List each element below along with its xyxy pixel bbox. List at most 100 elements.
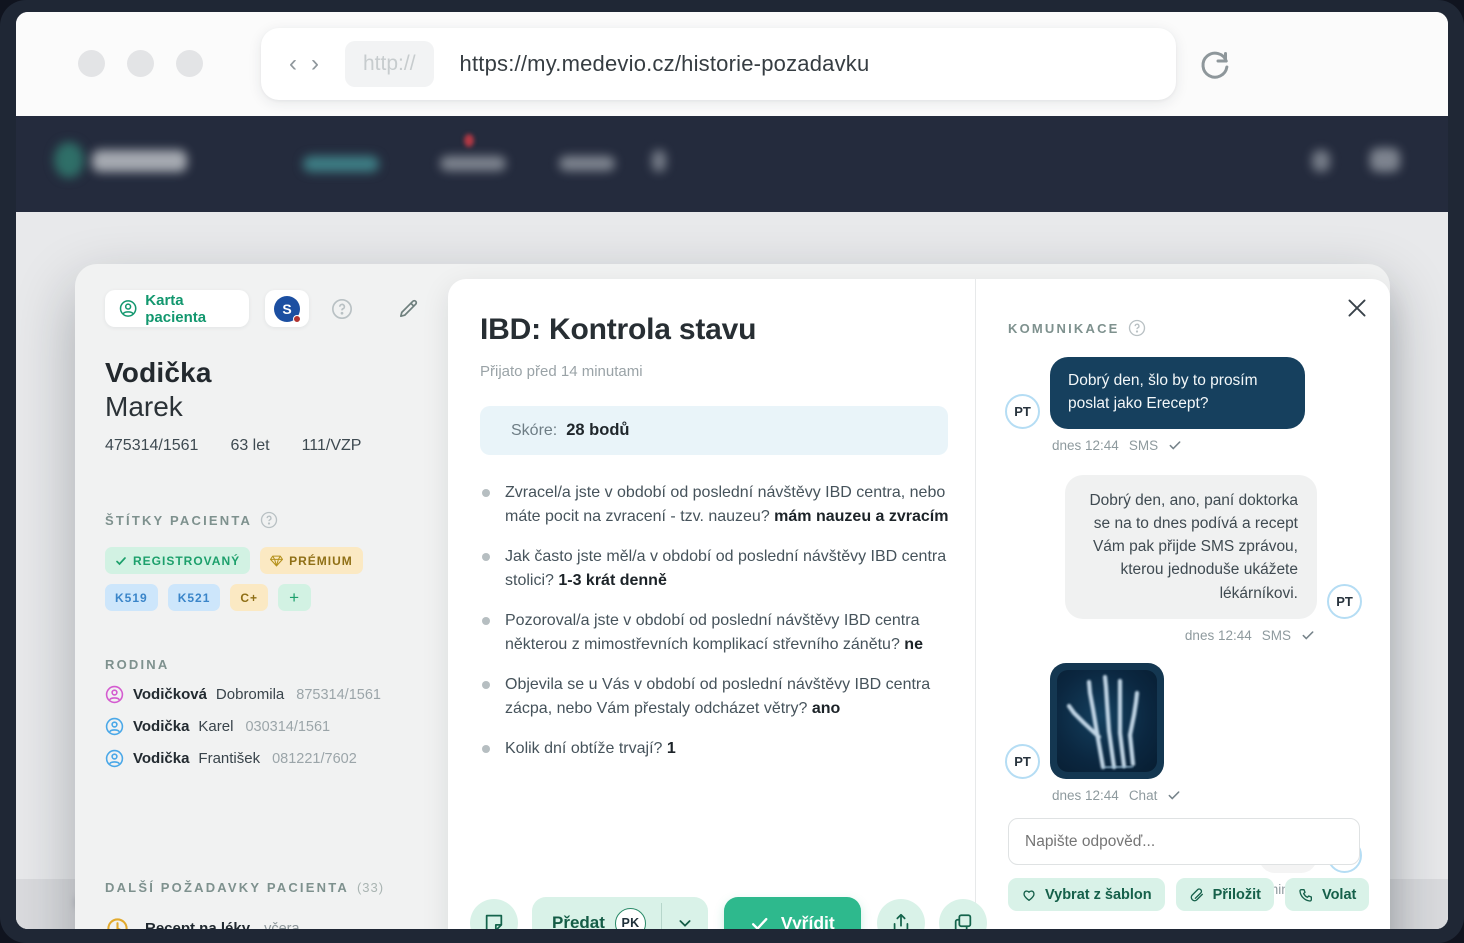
patient-first-name: Marek (105, 391, 420, 423)
resolve-button[interactable]: Vyřídit (724, 897, 861, 929)
score-label: Skóre: (511, 422, 557, 440)
heart-icon (1021, 887, 1037, 903)
app-logo-text (92, 150, 187, 172)
window-controls[interactable] (78, 50, 203, 77)
bullet (482, 681, 490, 689)
help-icon[interactable] (331, 298, 353, 320)
attach-label: Přiložit (1213, 887, 1261, 903)
attach-button[interactable]: Přiložit (1176, 878, 1274, 911)
nav-icon-blurred (652, 150, 666, 172)
questionnaire-answers: Zvracel/a jste v období od poslední návš… (482, 481, 949, 761)
close-icon[interactable] (1344, 295, 1370, 321)
communication-panel: KOMUNIKACE PT Dobrý den, šlo by to prosí… (975, 279, 1390, 929)
forward-button[interactable]: Předat PK (532, 897, 661, 929)
avatar: PT (1327, 584, 1362, 619)
message-channel: SMS (1262, 628, 1291, 643)
diamond-icon (270, 555, 283, 567)
delivered-check-icon (1301, 628, 1315, 642)
message-meta: dnes 12:44 SMS (1052, 438, 1362, 453)
window-frame: ‹ › http:// https://my.medevio.cz/histor… (0, 0, 1464, 943)
protocol-badge: http:// (345, 41, 434, 87)
call-label: Volat (1322, 887, 1356, 903)
question-row: Objevila se u Vás v období od poslední n… (482, 673, 949, 722)
question-row: Zvracel/a jste v období od poslední návš… (482, 481, 949, 530)
check-icon (750, 914, 769, 930)
top-navigation-bar (16, 116, 1448, 212)
check-icon (115, 555, 127, 567)
app-background: Karta pacienta S (16, 116, 1448, 929)
communication-header: KOMUNIKACE (1008, 321, 1120, 336)
chat-message-incoming: PT (1005, 663, 1362, 779)
app-logo (54, 142, 84, 178)
request-detail: IBD: Kontrola stavu Přijato před 14 minu… (448, 279, 975, 929)
person-circle-icon (105, 717, 124, 736)
forward-icon[interactable]: › (311, 52, 319, 76)
person-circle-icon (105, 749, 124, 768)
window-control-dot[interactable] (127, 50, 154, 77)
tag-c-plus: C+ (230, 584, 268, 611)
bullet (482, 617, 490, 625)
back-icon[interactable]: ‹ (289, 52, 297, 76)
nav-item-blurred (559, 156, 615, 171)
family-member-row[interactable]: Vodičková Dobromila 875314/1561 (105, 685, 420, 704)
request-title: IBD: Kontrola stavu (480, 313, 947, 347)
person-circle-icon (105, 685, 124, 704)
request-actions: Předat PK Vyřídit (470, 897, 987, 929)
message-bubble: Dobrý den, ano, paní doktorka se na to d… (1065, 475, 1317, 619)
choose-template-button[interactable]: Vybrat z šablon (1008, 878, 1165, 911)
patient-insurance: 111/VZP (302, 437, 362, 455)
message-meta: dnes 12:44 SMS (1005, 628, 1315, 643)
family-member-row[interactable]: Vodička Karel 030314/1561 (105, 717, 420, 736)
patient-panel: Karta pacienta S (75, 264, 448, 929)
edit-patient-icon[interactable] (397, 297, 420, 320)
window-control-dot[interactable] (78, 50, 105, 77)
message-time: dnes 12:44 (1185, 628, 1252, 643)
request-received-time: Přijato před 14 minutami (480, 363, 975, 380)
resolve-label: Vyřídit (781, 913, 835, 930)
refresh-icon[interactable] (1197, 46, 1233, 82)
tag-k519: K519 (105, 584, 158, 611)
clock-icon (105, 917, 129, 929)
insurance-status-badge[interactable]: S (265, 290, 309, 327)
other-requests-header: DALŠÍ POŽADAVKY PACIENTA (105, 880, 349, 895)
nav-icon-blurred (1312, 150, 1330, 172)
patient-age: 63 let (230, 437, 269, 455)
request-row[interactable]: Recept na léky včera (105, 917, 428, 929)
reply-input[interactable] (1008, 818, 1360, 865)
share-button[interactable] (877, 899, 925, 929)
copy-icon (952, 912, 974, 929)
family-member-row[interactable]: Vodička František 081221/7602 (105, 749, 420, 768)
phone-icon (1298, 887, 1314, 903)
forward-dropdown-button[interactable] (662, 897, 708, 929)
browser-chrome: ‹ › http:// https://my.medevio.cz/histor… (16, 12, 1448, 116)
message-bubble: Dobrý den, šlo by to prosím poslat jako … (1050, 357, 1305, 429)
help-icon[interactable] (260, 511, 278, 529)
xray-hand-image (1057, 670, 1157, 772)
message-channel: SMS (1129, 438, 1158, 453)
url-bar[interactable]: ‹ › http:// https://my.medevio.cz/histor… (261, 28, 1176, 100)
forward-label: Předat (552, 913, 605, 929)
request-detail-modal: Karta pacienta S (75, 264, 1390, 929)
delivered-check-icon (1167, 788, 1181, 802)
xray-image-attachment[interactable] (1050, 663, 1164, 779)
url-text[interactable]: https://my.medevio.cz/historie-pozadavku (460, 51, 870, 77)
help-icon[interactable] (1128, 319, 1146, 337)
assignee-badge: PK (615, 908, 646, 930)
message-time: dnes 12:44 (1052, 438, 1119, 453)
nav-icon-blurred (1370, 148, 1400, 172)
patient-card-label: Karta pacienta (145, 292, 235, 326)
window-control-dot[interactable] (176, 50, 203, 77)
family-header: RODINA (105, 657, 169, 672)
patient-card-button[interactable]: Karta pacienta (105, 290, 249, 327)
browser-window: ‹ › http:// https://my.medevio.cz/histor… (16, 12, 1448, 929)
note-button[interactable] (470, 899, 518, 929)
chevron-down-icon (677, 915, 693, 929)
patient-last-name: Vodička (105, 357, 420, 389)
request-card: IBD: Kontrola stavu Přijato před 14 minu… (448, 279, 1390, 929)
call-button[interactable]: Volat (1285, 878, 1369, 911)
chat-message-outgoing: Dobrý den, ano, paní doktorka se na to d… (1005, 475, 1362, 619)
forward-split-button[interactable]: Předat PK (532, 897, 708, 929)
add-tag-button[interactable]: + (278, 584, 311, 611)
note-icon (483, 912, 505, 929)
share-icon (890, 912, 912, 929)
